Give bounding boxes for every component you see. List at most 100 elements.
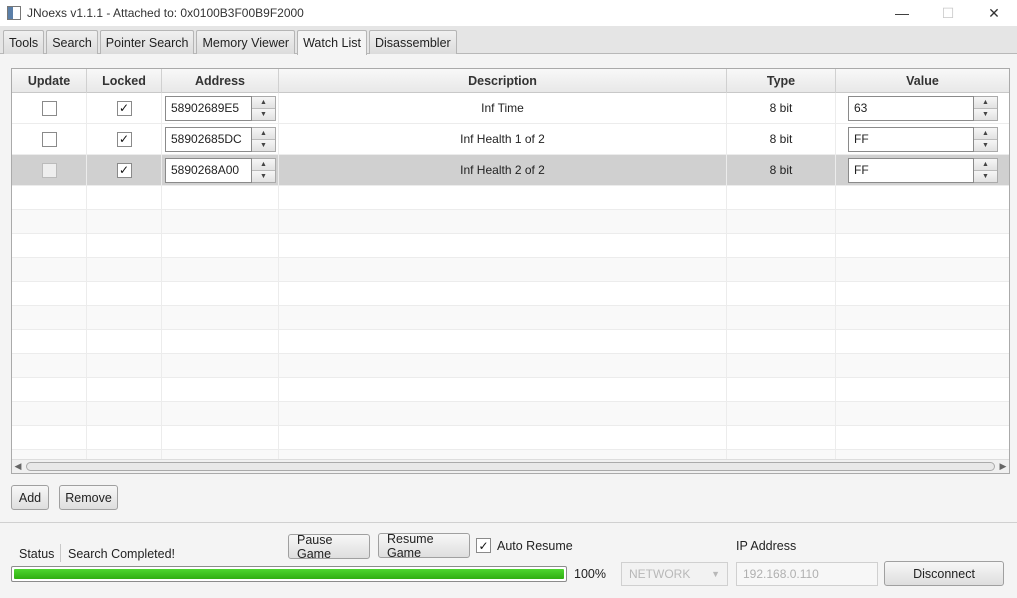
ip-address-field: 192.168.0.110 <box>736 562 878 586</box>
tab-pointer-search[interactable]: Pointer Search <box>99 30 195 54</box>
locked-cell: ✓ <box>87 93 162 123</box>
value-cell: FF ▲ ▼ <box>836 155 1009 185</box>
window-title: JNoexs v1.1.1 - Attached to: 0x0100B3F00… <box>27 6 304 20</box>
column-header-locked[interactable]: Locked <box>87 69 162 93</box>
value-field[interactable]: 63 <box>848 95 974 121</box>
type-cell[interactable]: 8 bit <box>727 93 836 123</box>
decrement-icon[interactable]: ▼ <box>974 138 997 151</box>
value-spinner[interactable]: 63 ▲ ▼ <box>848 95 998 121</box>
table-body: ✓ 58902689E5 ▲ ▼ Inf Time 8 bit 63 ▲ ▼ ✓ 58902685D… <box>12 93 1009 473</box>
update-cell <box>12 155 87 185</box>
tab-search[interactable]: Search <box>46 30 98 54</box>
decrement-icon[interactable]: ▼ <box>252 138 275 151</box>
value-spinner[interactable]: FF ▲ ▼ <box>848 126 998 152</box>
empty-row <box>12 426 1009 450</box>
close-icon[interactable]: ✕ <box>971 0 1017 26</box>
scroll-left-icon[interactable]: ◀ <box>12 461 24 472</box>
decrement-icon[interactable]: ▼ <box>252 169 275 182</box>
disconnect-button[interactable]: Disconnect <box>884 561 1004 586</box>
column-header-description[interactable]: Description <box>279 69 727 93</box>
table-row[interactable]: ✓ 58902689E5 ▲ ▼ Inf Time 8 bit 63 ▲ ▼ <box>12 93 1009 124</box>
resume-game-button[interactable]: Resume Game <box>378 532 470 560</box>
connection-mode-select: NETWORK ▼ <box>621 562 728 586</box>
empty-row <box>12 330 1009 354</box>
tab-watch-list[interactable]: Watch List <box>297 30 367 55</box>
add-button[interactable]: Add <box>11 485 49 510</box>
remove-button[interactable]: Remove <box>59 485 118 510</box>
tab-bar: Tools Search Pointer Search Memory Viewer Wa… <box>0 26 1017 55</box>
address-spinner[interactable]: 5890268A00 ▲ ▼ <box>165 157 276 183</box>
empty-row <box>12 186 1009 210</box>
progress-bar <box>11 566 567 582</box>
tab-tools[interactable]: Tools <box>3 30 45 54</box>
update-cell <box>12 124 87 154</box>
column-header-address[interactable]: Address <box>162 69 279 93</box>
value-cell: 63 ▲ ▼ <box>836 93 1009 123</box>
decrement-icon[interactable]: ▼ <box>974 107 997 120</box>
empty-row <box>12 354 1009 378</box>
column-header-type[interactable]: Type <box>727 69 836 93</box>
locked-checkbox[interactable]: ✓ <box>116 131 132 147</box>
value-spinner[interactable]: FF ▲ ▼ <box>848 157 998 183</box>
value-field[interactable]: FF <box>848 126 974 152</box>
status-label: Status <box>19 547 55 561</box>
update-checkbox[interactable] <box>41 131 57 147</box>
horizontal-scrollbar[interactable]: ◀ ▶ <box>12 459 1009 473</box>
update-checkbox[interactable] <box>41 100 57 116</box>
window-controls: — ☐ ✕ <box>879 0 1017 26</box>
locked-cell: ✓ <box>87 124 162 154</box>
type-cell[interactable]: 8 bit <box>727 155 836 185</box>
address-cell: 5890268A00 ▲ ▼ <box>162 155 279 185</box>
value-stepper: ▲ ▼ <box>974 126 998 152</box>
minimize-icon[interactable]: — <box>879 0 925 26</box>
table-header: Update Locked Address Description Type V… <box>12 69 1009 93</box>
auto-resume-label: Auto Resume <box>497 539 573 553</box>
increment-icon[interactable]: ▲ <box>252 127 275 139</box>
value-field[interactable]: FF <box>848 157 974 183</box>
address-stepper: ▲ ▼ <box>252 126 276 152</box>
status-text: Search Completed! <box>68 547 176 561</box>
address-field[interactable]: 58902685DC <box>165 126 252 152</box>
increment-icon[interactable]: ▲ <box>974 158 997 170</box>
tab-disassembler[interactable]: Disassembler <box>368 30 457 54</box>
scroll-thumb[interactable] <box>26 462 995 471</box>
auto-resume-checkbox[interactable]: ✓ <box>476 538 491 553</box>
description-cell[interactable]: Inf Health 1 of 2 <box>279 124 727 154</box>
address-cell: 58902685DC ▲ ▼ <box>162 124 279 154</box>
empty-row <box>12 402 1009 426</box>
description-cell[interactable]: Inf Health 2 of 2 <box>279 155 727 185</box>
decrement-icon[interactable]: ▼ <box>252 107 275 120</box>
locked-checkbox[interactable]: ✓ <box>116 100 132 116</box>
increment-icon[interactable]: ▲ <box>974 127 997 139</box>
maximize-icon: ☐ <box>941 4 955 21</box>
address-field[interactable]: 58902689E5 <box>165 95 252 121</box>
empty-row <box>12 234 1009 258</box>
table-row[interactable]: ✓ 58902685DC ▲ ▼ Inf Health 1 of 28 bit FF ▲ ▼ <box>12 124 1009 155</box>
address-field[interactable]: 5890268A00 <box>165 157 252 183</box>
increment-icon[interactable]: ▲ <box>252 96 275 108</box>
decrement-icon[interactable]: ▼ <box>974 169 997 182</box>
connection-mode-value: NETWORK <box>629 567 691 581</box>
update-cell <box>12 93 87 123</box>
empty-row <box>12 210 1009 234</box>
scroll-right-icon[interactable]: ▶ <box>997 461 1009 472</box>
address-spinner[interactable]: 58902689E5 ▲ ▼ <box>165 95 276 121</box>
value-stepper: ▲ ▼ <box>974 95 998 121</box>
column-header-value[interactable]: Value <box>836 69 1009 93</box>
increment-icon[interactable]: ▲ <box>974 96 997 108</box>
pause-game-button[interactable]: Pause Game <box>288 533 370 561</box>
update-checkbox[interactable] <box>41 162 57 178</box>
empty-row <box>12 282 1009 306</box>
title-bar: JNoexs v1.1.1 - Attached to: 0x0100B3F00… <box>0 0 1017 26</box>
table-row[interactable]: ✓ 5890268A00 ▲ ▼ Inf Health 2 of 28 bit FF ▲ ▼ <box>12 155 1009 186</box>
empty-row <box>12 258 1009 282</box>
description-cell[interactable]: Inf Time <box>279 93 727 123</box>
locked-cell: ✓ <box>87 155 162 185</box>
tab-memory-viewer[interactable]: Memory Viewer <box>196 30 296 54</box>
increment-icon[interactable]: ▲ <box>252 158 275 170</box>
type-cell[interactable]: 8 bit <box>727 124 836 154</box>
address-cell: 58902689E5 ▲ ▼ <box>162 93 279 123</box>
locked-checkbox[interactable]: ✓ <box>116 162 132 178</box>
address-spinner[interactable]: 58902685DC ▲ ▼ <box>165 126 276 152</box>
column-header-update[interactable]: Update <box>12 69 87 93</box>
